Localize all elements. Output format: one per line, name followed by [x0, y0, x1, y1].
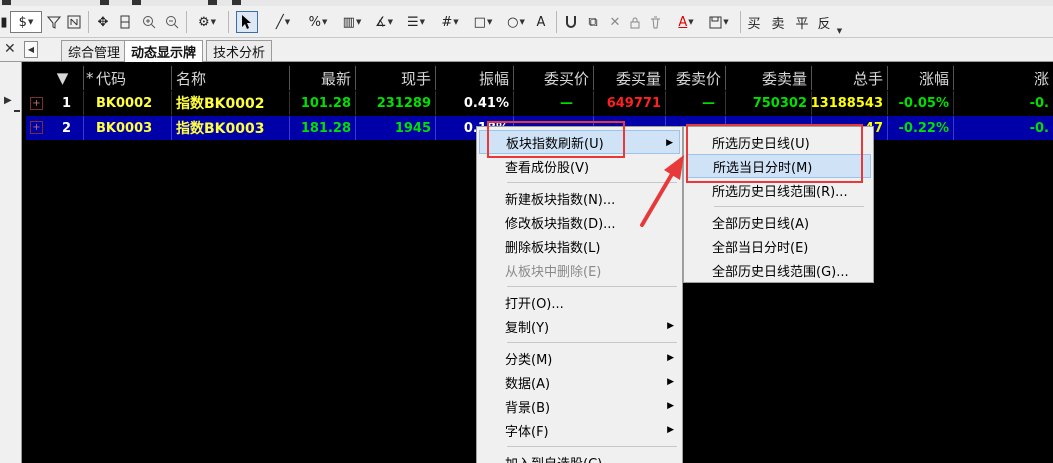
- annotation-arrow: [640, 155, 684, 227]
